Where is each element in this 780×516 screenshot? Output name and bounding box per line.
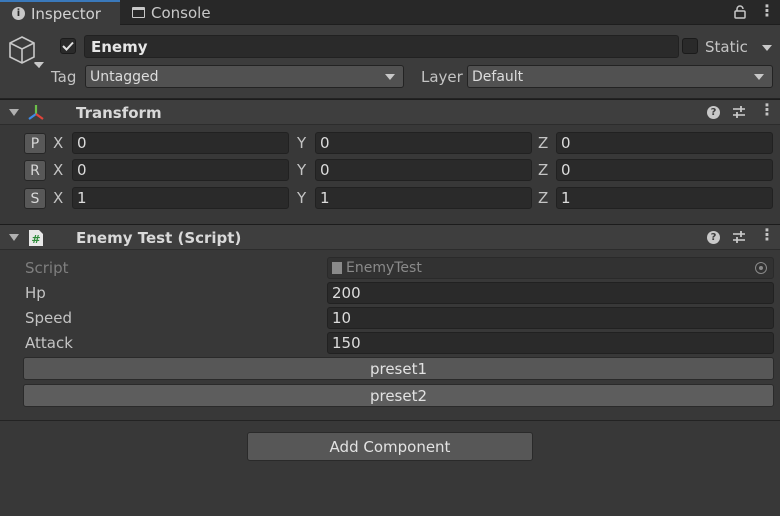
script-value: EnemyTest [346, 260, 422, 276]
component-menu-icon[interactable]: ⋮ [759, 102, 775, 118]
help-icon[interactable]: ? [707, 231, 720, 244]
speed-label: Speed [25, 309, 73, 327]
static-checkbox[interactable] [682, 38, 698, 54]
position-button[interactable]: P [24, 133, 46, 154]
axis-z-label: Z [538, 189, 549, 207]
axis-z-label: Z [538, 161, 549, 179]
enemy-test-title: Enemy Test (Script) [76, 229, 242, 247]
check-icon [62, 41, 74, 51]
axis-y-label: Y [297, 134, 307, 152]
presets-icon[interactable] [732, 230, 746, 248]
object-picker-icon[interactable] [755, 262, 767, 274]
foldout-arrow-icon[interactable] [9, 234, 19, 241]
tab-inspector-label: Inspector [31, 4, 101, 23]
transform-title: Transform [76, 104, 162, 122]
console-icon [132, 7, 145, 18]
hp-field[interactable]: 200 [327, 282, 774, 304]
transform-header[interactable]: Transform ? ⋮ [0, 99, 780, 125]
axis-y-label: Y [297, 189, 307, 207]
gameobject-header: Enemy Static Tag Untagged Layer Default [0, 25, 780, 99]
tab-console[interactable]: Console [120, 0, 230, 25]
chevron-down-icon [385, 73, 395, 80]
transform-axes-icon [27, 104, 45, 126]
axis-z-label: Z [538, 134, 549, 152]
lock-icon[interactable] [734, 5, 746, 19]
tab-console-label: Console [151, 3, 211, 22]
transform-body: P X 0 Y 0 Z 0 R X 0 Y 0 Z 0 S X 1 Y 1 Z … [0, 126, 780, 223]
add-component-button[interactable]: Add Component [247, 432, 533, 461]
more-options-icon[interactable]: ⋮ [759, 3, 775, 19]
tag-dropdown[interactable]: Untagged [85, 65, 404, 88]
position-y-field[interactable]: 0 [315, 132, 532, 154]
tab-bar: i Inspector Console ⋮ [0, 0, 780, 25]
axis-y-label: Y [297, 161, 307, 179]
hp-label: Hp [25, 284, 46, 302]
rotation-button[interactable]: R [24, 160, 46, 181]
tag-value: Untagged [90, 68, 159, 85]
axis-x-label: X [53, 161, 64, 179]
rotation-x-field[interactable]: 0 [72, 159, 289, 181]
presets-icon[interactable] [732, 105, 746, 123]
tab-inspector[interactable]: i Inspector [0, 0, 120, 25]
tag-label: Tag [51, 68, 77, 86]
scale-y-field[interactable]: 1 [315, 187, 532, 209]
script-file-icon [332, 262, 342, 274]
script-icon: # [28, 229, 44, 251]
rotation-y-field[interactable]: 0 [315, 159, 532, 181]
enemy-test-header[interactable]: # Enemy Test (Script) ? ⋮ [0, 224, 780, 250]
scale-button[interactable]: S [24, 188, 46, 209]
help-icon[interactable]: ? [707, 106, 720, 119]
axis-x-label: X [53, 134, 64, 152]
preset2-button[interactable]: preset2 [23, 384, 774, 407]
enemy-test-body: Script EnemyTest Hp 200 Speed 10 Attack … [0, 251, 780, 421]
script-label: Script [25, 259, 69, 277]
component-menu-icon[interactable]: ⋮ [759, 227, 775, 243]
info-icon: i [12, 7, 25, 20]
position-z-field[interactable]: 0 [556, 132, 773, 154]
axis-x-label: X [53, 189, 64, 207]
active-checkbox[interactable] [60, 38, 76, 54]
static-label: Static [705, 38, 748, 56]
layer-label: Layer [421, 68, 463, 86]
chevron-down-icon [754, 73, 764, 80]
static-dropdown-arrow[interactable] [762, 45, 772, 51]
icon-dropdown-arrow[interactable] [34, 62, 44, 68]
speed-field[interactable]: 10 [327, 307, 774, 329]
rotation-z-field[interactable]: 0 [556, 159, 773, 181]
script-object-field: EnemyTest [327, 257, 774, 279]
attack-label: Attack [25, 334, 73, 352]
scale-z-field[interactable]: 1 [556, 187, 773, 209]
attack-field[interactable]: 150 [327, 332, 774, 354]
layer-value: Default [472, 68, 524, 85]
object-name-field[interactable]: Enemy [84, 35, 679, 58]
preset1-button[interactable]: preset1 [23, 357, 774, 380]
foldout-arrow-icon[interactable] [9, 109, 19, 116]
svg-text:#: # [31, 233, 40, 246]
layer-dropdown[interactable]: Default [467, 65, 773, 88]
position-x-field[interactable]: 0 [72, 132, 289, 154]
scale-x-field[interactable]: 1 [72, 187, 289, 209]
